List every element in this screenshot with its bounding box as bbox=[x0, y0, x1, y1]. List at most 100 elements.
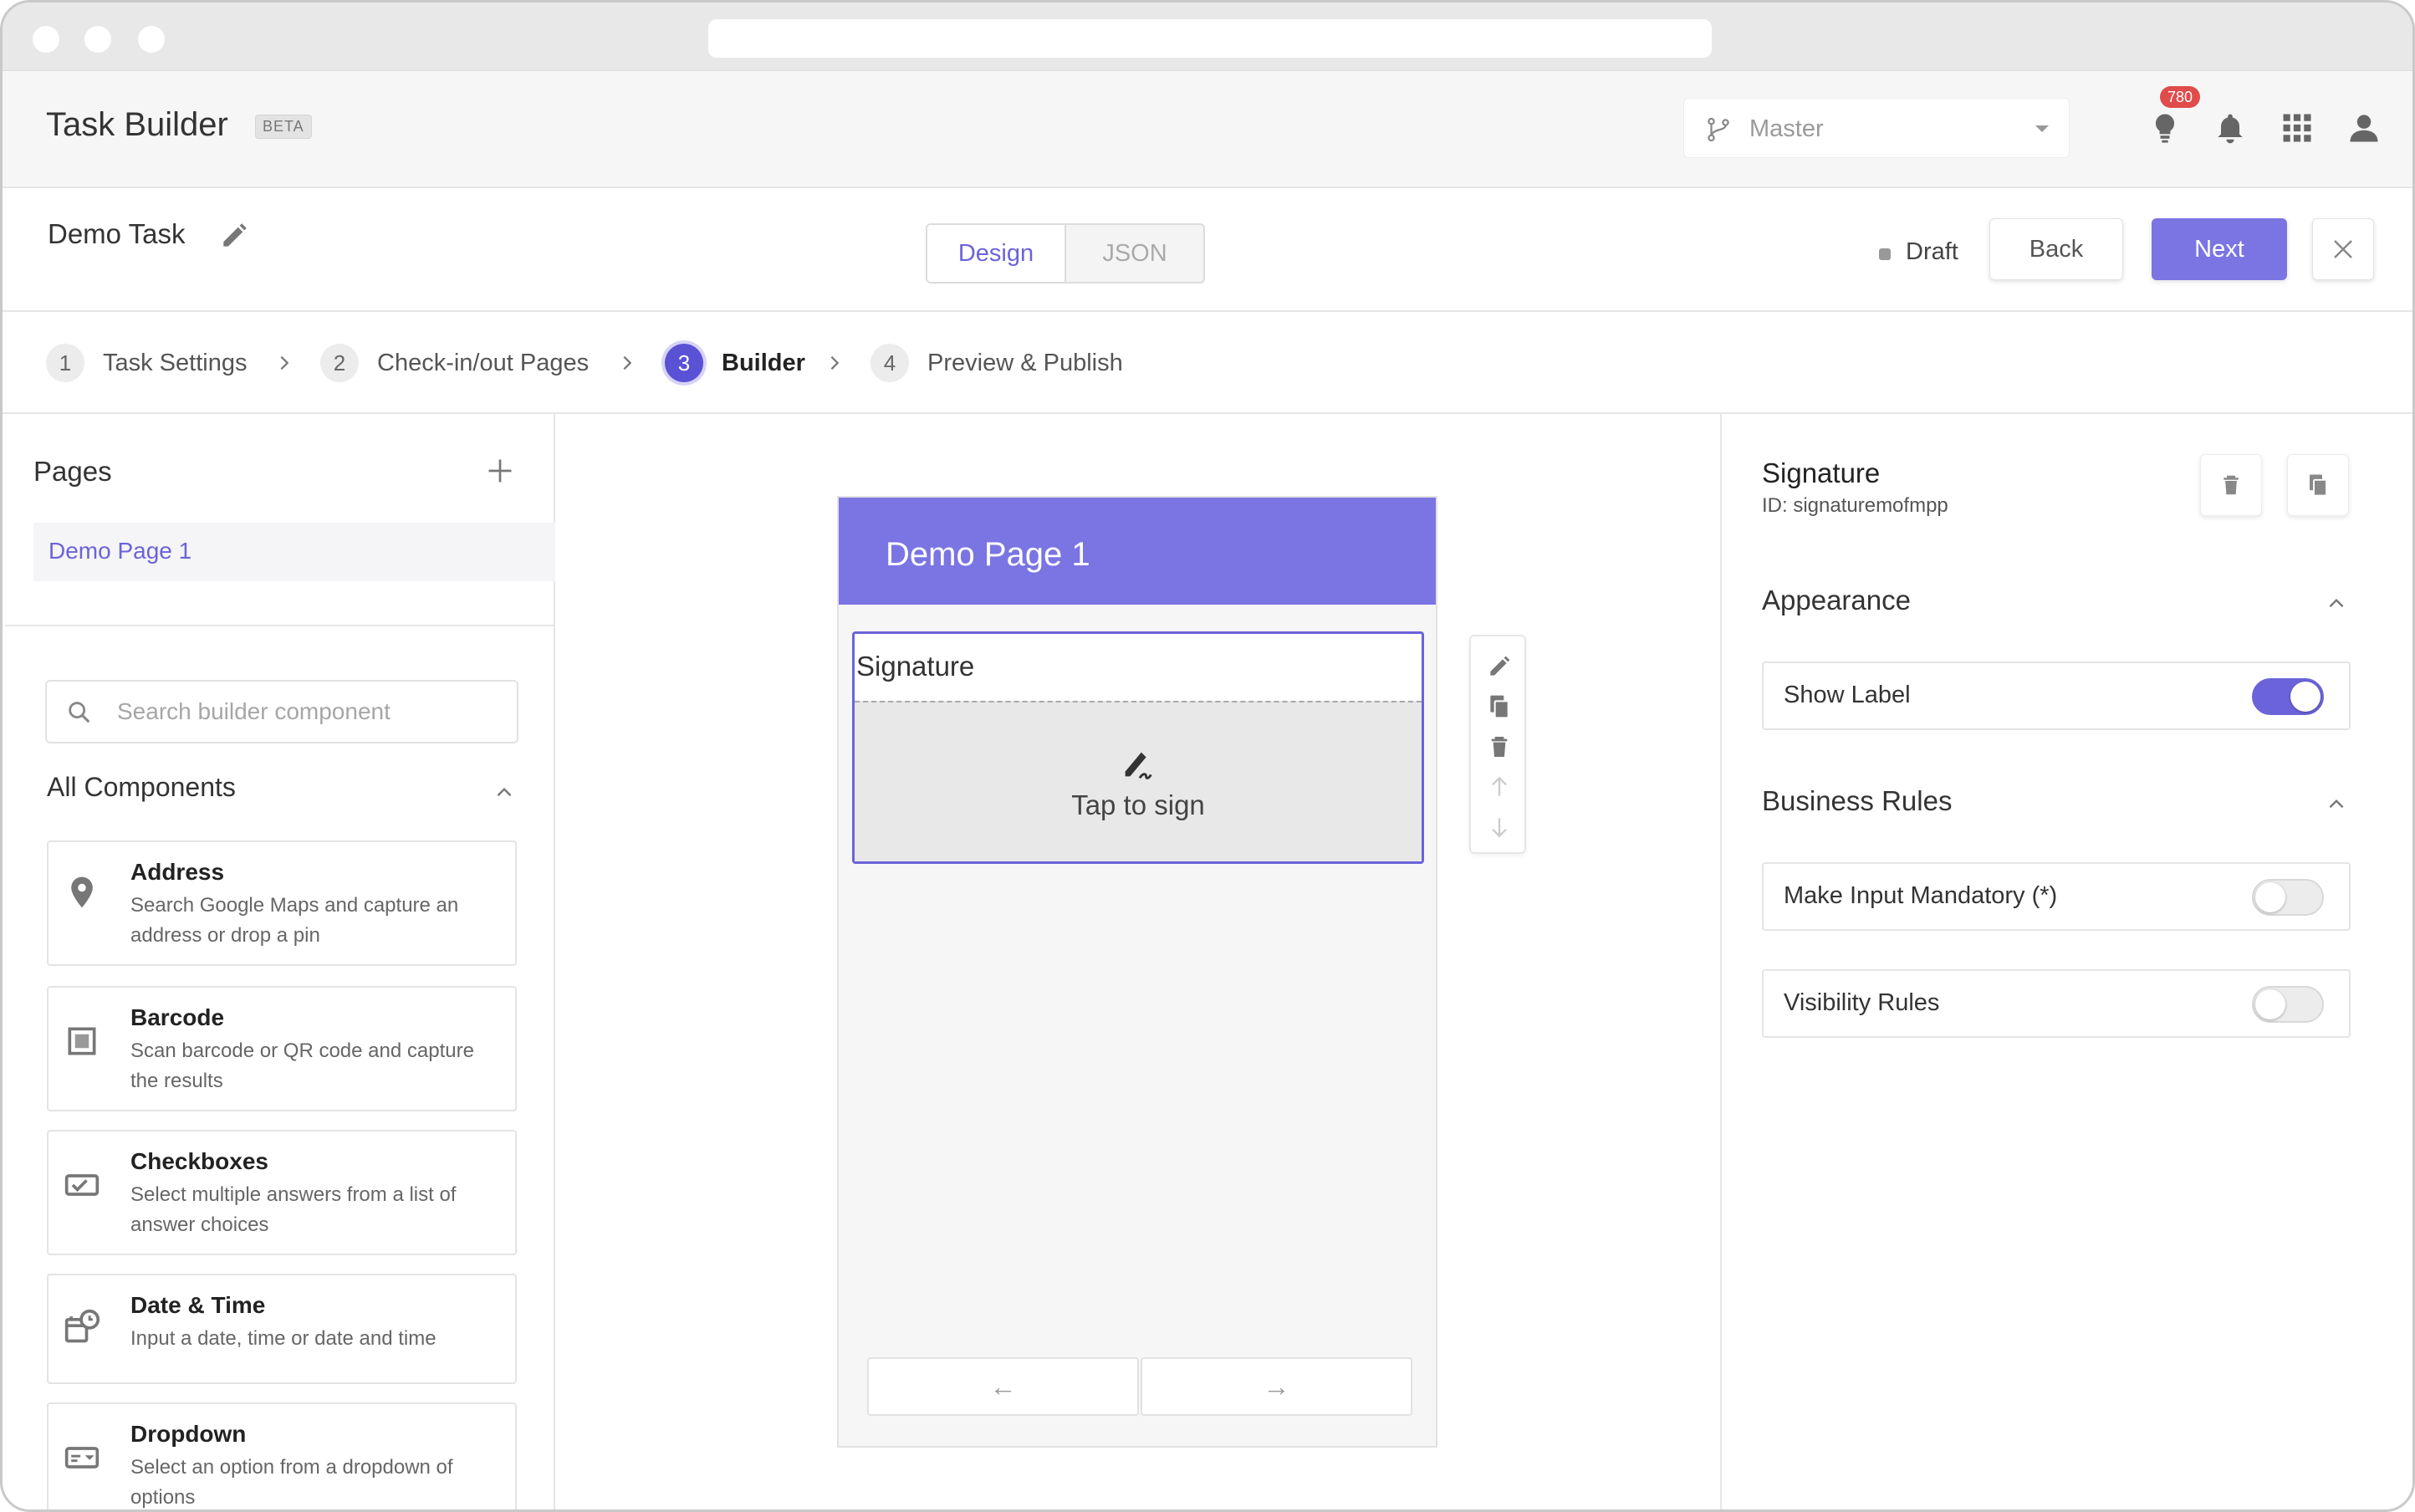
component-card-barcode[interactable]: Barcode Scan barcode or QR code and capt… bbox=[47, 986, 517, 1111]
branch-icon bbox=[1708, 117, 1729, 142]
tab-json[interactable]: JSON bbox=[1065, 225, 1203, 282]
appearance-section-title: Appearance bbox=[1762, 585, 1911, 616]
next-page-button[interactable]: → bbox=[1141, 1357, 1412, 1416]
browser-chrome bbox=[3, 3, 2412, 71]
component-description: Input a date, time or date and time bbox=[130, 1327, 437, 1350]
copy-icon[interactable] bbox=[1486, 693, 1513, 720]
components-section-title: All Components bbox=[47, 772, 236, 802]
phone-preview: Demo Page 1 Signature Tap to sign ← → bbox=[837, 496, 1437, 1448]
toggle-knob bbox=[2255, 989, 2285, 1019]
window-minimize-dot[interactable] bbox=[84, 26, 111, 53]
component-card-address[interactable]: Address Search Google Maps and capture a… bbox=[47, 840, 517, 966]
component-card-checkboxes[interactable]: Checkboxes Select multiple answers from … bbox=[47, 1130, 517, 1255]
delete-component-button[interactable] bbox=[2200, 454, 2262, 516]
visibility-rules-setting: Visibility Rules bbox=[1762, 969, 2351, 1038]
page-item[interactable]: Demo Page 1 bbox=[33, 523, 555, 581]
close-button[interactable] bbox=[2312, 218, 2374, 280]
chevron-down-icon bbox=[2035, 125, 2049, 132]
close-icon bbox=[2334, 240, 2352, 258]
builder-canvas: Demo Page 1 Signature Tap to sign ← → bbox=[556, 414, 1720, 1509]
add-page-icon[interactable] bbox=[485, 456, 515, 486]
setting-label: Make Input Mandatory (*) bbox=[1784, 882, 2058, 909]
copy-icon bbox=[2310, 474, 2327, 497]
page-header: Demo Page 1 bbox=[839, 498, 1436, 605]
toggle-knob bbox=[2290, 682, 2321, 712]
component-title: Date & Time bbox=[130, 1292, 266, 1318]
component-title: Dropdown bbox=[130, 1421, 247, 1447]
trash-icon bbox=[2224, 475, 2239, 495]
component-search-input[interactable]: Search builder component bbox=[45, 680, 518, 743]
step-navigation: 1 Task Settings 2 Check-in/out Pages 3 B… bbox=[3, 312, 2412, 414]
component-id: ID: signaturemofmpp bbox=[1762, 494, 1948, 517]
view-mode-toggle: Design JSON bbox=[926, 223, 1205, 284]
next-button[interactable]: Next bbox=[2152, 218, 2287, 280]
pencil-icon[interactable] bbox=[1486, 653, 1513, 680]
user-icon[interactable] bbox=[2346, 110, 2382, 146]
map-pin-icon bbox=[71, 876, 93, 908]
toggle-knob bbox=[2255, 882, 2285, 912]
checkbox-icon bbox=[64, 1174, 100, 1196]
step-check-in-out-pages[interactable]: 2 Check-in/out Pages bbox=[320, 344, 589, 382]
step-number: 3 bbox=[665, 344, 703, 382]
properties-panel: Signature ID: signaturemofmpp Appearance… bbox=[1720, 414, 2412, 1509]
chevron-right-icon bbox=[623, 355, 632, 370]
mandatory-setting: Make Input Mandatory (*) bbox=[1762, 862, 2351, 931]
page-title: Demo Page 1 bbox=[886, 536, 1090, 573]
chevron-up-icon[interactable] bbox=[493, 782, 515, 804]
step-number: 1 bbox=[46, 344, 84, 382]
arrow-left-icon: ← bbox=[989, 1371, 1017, 1402]
back-button[interactable]: Back bbox=[1989, 218, 2123, 280]
tab-design[interactable]: Design bbox=[927, 225, 1065, 282]
step-label: Preview & Publish bbox=[927, 349, 1123, 376]
arrow-down-icon[interactable] bbox=[1486, 814, 1513, 840]
component-title: Barcode bbox=[130, 1004, 225, 1030]
signature-pad[interactable]: Tap to sign bbox=[855, 701, 1422, 861]
visibility-rules-toggle[interactable] bbox=[2252, 986, 2324, 1023]
task-bar: Demo Task Design JSON Draft Back Next bbox=[3, 188, 2412, 312]
trash-icon[interactable] bbox=[1486, 733, 1513, 760]
step-number: 4 bbox=[871, 344, 909, 382]
component-card-dropdown[interactable]: Dropdown Select an option from a dropdow… bbox=[47, 1402, 517, 1509]
component-title: Address bbox=[130, 859, 225, 885]
show-label-toggle[interactable] bbox=[2252, 678, 2324, 715]
apps-grid-icon[interactable] bbox=[2279, 110, 2315, 146]
step-task-settings[interactable]: 1 Task Settings bbox=[46, 344, 247, 382]
address-bar[interactable] bbox=[708, 19, 1712, 58]
branch-select[interactable]: Master bbox=[1683, 98, 2070, 158]
arrow-up-icon[interactable] bbox=[1486, 774, 1513, 800]
sign-prompt: Tap to sign bbox=[1071, 789, 1205, 820]
pencil-icon[interactable] bbox=[218, 220, 250, 252]
pages-sidebar: Pages Demo Page 1 Search builder compone… bbox=[5, 414, 555, 1509]
browser-window: Task Builder BETA Master 780 Demo Task D… bbox=[0, 0, 2415, 1512]
search-icon bbox=[69, 702, 90, 723]
component-title: Checkboxes bbox=[130, 1148, 268, 1174]
signature-icon bbox=[1125, 752, 1152, 779]
duplicate-component-button[interactable] bbox=[2287, 454, 2349, 516]
arrow-right-icon: → bbox=[1263, 1371, 1290, 1402]
mandatory-toggle[interactable] bbox=[2252, 879, 2324, 916]
status-label: Draft bbox=[1906, 238, 1958, 265]
step-builder[interactable]: 3 Builder bbox=[665, 344, 805, 382]
barcode-icon bbox=[68, 1027, 96, 1055]
step-label: Builder bbox=[722, 349, 805, 376]
window-maximize-dot[interactable] bbox=[138, 26, 165, 53]
field-toolbar bbox=[1469, 635, 1526, 854]
page-item-label: Demo Page 1 bbox=[49, 538, 192, 564]
divider bbox=[5, 625, 555, 626]
page-navigation: ← → bbox=[867, 1357, 1412, 1416]
component-card-date-time[interactable]: Date & Time Input a date, time or date a… bbox=[47, 1274, 517, 1384]
bell-icon[interactable] bbox=[2212, 110, 2249, 146]
app-title: Task Builder bbox=[46, 106, 228, 143]
app-header: Task Builder BETA Master 780 bbox=[3, 71, 2412, 188]
lightbulb-icon[interactable] bbox=[2147, 110, 2183, 146]
component-description: Select an option from a dropdown of opti… bbox=[130, 1456, 453, 1509]
show-label-setting: Show Label bbox=[1762, 662, 2351, 730]
chevron-up-icon[interactable] bbox=[2326, 794, 2347, 815]
signature-field[interactable]: Signature Tap to sign bbox=[852, 631, 1424, 864]
step-label: Check-in/out Pages bbox=[377, 349, 590, 376]
prev-page-button[interactable]: ← bbox=[867, 1357, 1139, 1416]
business-rules-section-title: Business Rules bbox=[1762, 785, 1953, 816]
chevron-up-icon[interactable] bbox=[2326, 593, 2347, 615]
window-close-dot[interactable] bbox=[33, 26, 59, 53]
step-preview-publish[interactable]: 4 Preview & Publish bbox=[871, 344, 1123, 382]
